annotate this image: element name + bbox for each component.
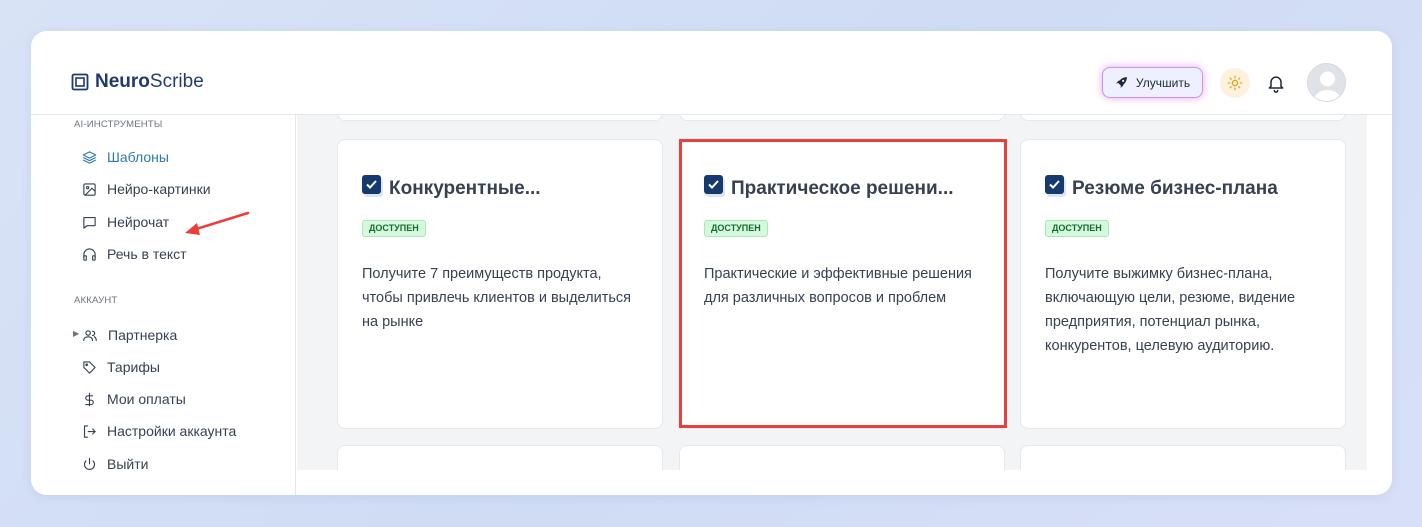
sidebar-item-logout[interactable]: Выйти bbox=[82, 454, 148, 474]
template-card-partial[interactable] bbox=[679, 115, 1005, 121]
sidebar-item-label: Партнерка bbox=[108, 327, 178, 343]
sidebar-item-label: Шаблоны bbox=[107, 149, 169, 165]
chat-icon bbox=[83, 216, 96, 229]
section-title-account: АККАУНТ bbox=[74, 295, 118, 306]
sidebar-item-neurochat[interactable]: Нейрочат bbox=[82, 212, 169, 232]
app-logo[interactable]: Neuro Scribe bbox=[71, 71, 204, 93]
upgrade-label: Улучшить bbox=[1135, 75, 1191, 90]
avatar[interactable] bbox=[1307, 63, 1346, 102]
user-avatar-icon bbox=[1313, 71, 1342, 101]
image-icon bbox=[83, 182, 96, 196]
content-bottom-edge bbox=[297, 470, 1367, 495]
sidebar-item-neuro-images[interactable]: Нейро-картинки bbox=[82, 179, 211, 199]
annotation-arrow bbox=[185, 211, 250, 235]
login-icon bbox=[83, 424, 96, 438]
logo-icon bbox=[71, 73, 89, 91]
theme-toggle-button[interactable] bbox=[1220, 68, 1250, 98]
upgrade-button[interactable]: Улучшить bbox=[1102, 67, 1203, 98]
card-title: Конкурентные... bbox=[389, 178, 541, 199]
dollar-icon bbox=[85, 392, 94, 406]
checkbox-icon bbox=[362, 174, 381, 194]
sidebar-item-label: Речь в текст bbox=[107, 246, 187, 262]
headphones-icon bbox=[83, 247, 96, 261]
sidebar-item-label: Выйти bbox=[107, 456, 149, 472]
app-window: Neuro Scribe Улучшить AI-ИНСТРУМЕНТЫ Шаб… bbox=[31, 31, 1392, 495]
sidebar-item-account-settings[interactable]: Настройки аккаунта bbox=[82, 421, 236, 441]
template-card[interactable]: Конкурентные... ДОСТУПЕН Получите 7 преи… bbox=[337, 139, 663, 429]
sun-icon bbox=[1227, 75, 1243, 91]
template-card-partial[interactable] bbox=[1020, 115, 1346, 121]
template-card-partial[interactable] bbox=[337, 445, 663, 470]
template-card-partial[interactable] bbox=[337, 115, 663, 121]
sidebar-item-speech-to-text[interactable]: Речь в текст bbox=[82, 244, 187, 264]
expand-caret-icon[interactable]: ▶ bbox=[73, 329, 79, 338]
logo-text-light: Scribe bbox=[149, 71, 204, 92]
checkbox-icon bbox=[1045, 174, 1064, 194]
template-card-partial[interactable] bbox=[1020, 445, 1346, 470]
sidebar-item-my-payments[interactable]: Мои оплаты bbox=[82, 389, 186, 409]
status-badge: ДОСТУПЕН bbox=[362, 220, 426, 237]
users-icon bbox=[83, 329, 97, 341]
sidebar-item-partner[interactable]: Партнерка bbox=[82, 325, 177, 345]
card-title: Резюме бизнес-плана bbox=[1072, 178, 1278, 199]
card-title-row: Конкурентные... bbox=[362, 174, 541, 200]
top-bar: Neuro Scribe Улучшить bbox=[31, 31, 1392, 115]
sidebar-item-label: Мои оплаты bbox=[107, 391, 186, 407]
sidebar-item-label: Нейрочат bbox=[107, 214, 170, 230]
sidebar: AI-ИНСТРУМЕНТЫ Шаблоны Нейро-картинки Не… bbox=[31, 115, 296, 495]
logo-text-bold: Neuro bbox=[95, 71, 150, 92]
sidebar-item-templates[interactable]: Шаблоны bbox=[82, 147, 169, 167]
sidebar-item-label: Нейро-картинки bbox=[107, 181, 211, 197]
section-title-ai: AI-ИНСТРУМЕНТЫ bbox=[74, 119, 163, 130]
sidebar-item-label: Тарифы bbox=[107, 359, 160, 375]
template-card-partial[interactable] bbox=[679, 445, 1005, 470]
status-badge: ДОСТУПЕН bbox=[1045, 220, 1109, 237]
card-title-row: Резюме бизнес-плана bbox=[1045, 174, 1278, 200]
tag-icon bbox=[83, 360, 96, 374]
layers-icon bbox=[82, 150, 97, 164]
power-icon bbox=[83, 457, 96, 470]
card-description: Получите выжимку бизнес-плана, включающу… bbox=[1045, 266, 1296, 354]
template-card[interactable]: Резюме бизнес-плана ДОСТУПЕН Получите вы… bbox=[1020, 139, 1346, 429]
sidebar-item-label: Настройки аккаунта bbox=[107, 423, 237, 439]
bell-icon[interactable] bbox=[1266, 72, 1286, 94]
rocket-icon bbox=[1116, 77, 1127, 88]
annotation-highlight-box bbox=[679, 139, 1007, 428]
sidebar-item-tariffs[interactable]: Тарифы bbox=[82, 357, 160, 377]
card-description: Получите 7 преимуществ продукта, чтобы п… bbox=[362, 266, 631, 330]
